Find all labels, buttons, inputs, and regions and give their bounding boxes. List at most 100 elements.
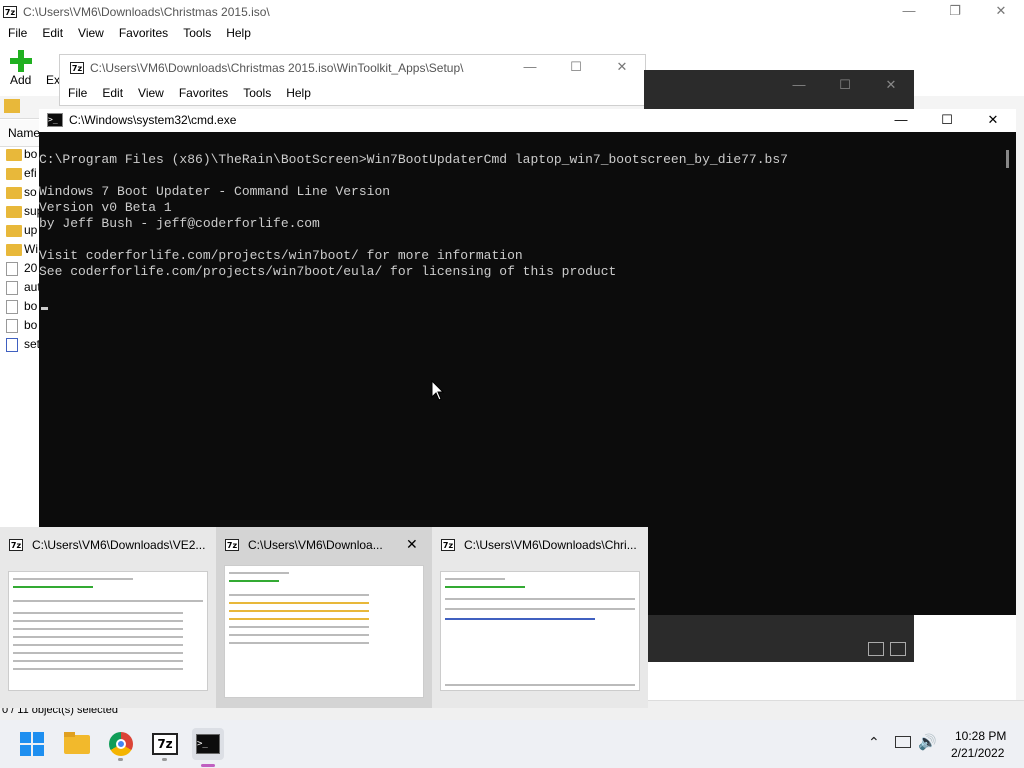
maximize-button[interactable]: ❐ [932,0,978,24]
minimize-button[interactable]: — [507,55,553,81]
folder-icon [6,149,22,161]
file-icon [6,319,18,333]
running-indicator [162,758,167,761]
menu-edit[interactable]: Edit [42,26,63,40]
menu-view[interactable]: View [78,26,104,40]
console-line: C:\Program Files (x86)\TheRain\BootScree… [39,152,788,167]
close-button[interactable]: ✕ [970,109,1016,132]
details-view-icon[interactable] [868,642,884,656]
cmd-title: C:\Windows\system32\cmd.exe [69,113,237,127]
windows-start-icon[interactable] [16,728,48,760]
menu-edit[interactable]: Edit [102,86,123,100]
cmd-titlebar[interactable]: >_ C:\Windows\system32\cmd.exe — ☐ ✕ [39,109,1016,132]
thumbnail-preview [224,565,424,698]
minimize-button[interactable]: — [776,74,822,98]
scrollbar[interactable] [1016,96,1024,700]
file-icon [6,281,18,295]
mouse-pointer-icon [431,380,445,401]
maximize-button[interactable]: ☐ [553,55,599,81]
list-item[interactable]: bo [24,299,37,313]
list-item[interactable]: up [24,223,37,237]
list-item[interactable]: bo [24,147,37,161]
7zip-app-icon: 7z [3,6,17,18]
taskbar: 7z >_ ⌃ 🔊 10:28 PM 2/21/2022 [0,720,1024,768]
menu-favorites[interactable]: Favorites [179,86,228,100]
thumbnail-title: C:\Users\VM6\Downloa... [248,538,383,552]
menu-file[interactable]: File [68,86,87,100]
back-window-title: C:\Users\VM6\Downloads\Christmas 2015.is… [23,5,270,19]
chrome-icon[interactable] [105,728,137,760]
taskbar-thumbnail-popup: 7z C:\Users\VM6\Downloads\VE2... 7z C:\U… [0,527,648,708]
minimize-button[interactable]: — [878,109,924,132]
cmd-icon[interactable]: >_ [192,728,224,767]
close-button[interactable]: ✕ [868,74,914,98]
thumbnail-preview [440,571,640,691]
file-explorer-icon[interactable] [61,728,93,760]
close-button[interactable]: ✕ [978,0,1024,24]
clock-date[interactable]: 2/21/2022 [951,746,1004,760]
list-item[interactable]: so [24,185,37,199]
list-item[interactable]: Wi [24,242,38,256]
console-line: Windows 7 Boot Updater - Command Line Ve… [39,184,391,199]
file-list: bo efi so sup up Wi 20 aut bo bo set [0,146,43,356]
network-icon[interactable] [895,736,911,748]
file-icon [6,262,18,276]
thumbnail-window-1[interactable]: 7z C:\Users\VM6\Downloads\VE2... [0,527,216,708]
7zip-app-icon: 7z [70,62,84,74]
menu-help[interactable]: Help [226,26,251,40]
folder-icon [6,187,22,199]
folder-icon [6,244,22,256]
column-header[interactable]: Name [0,120,40,147]
maximize-button[interactable]: ☐ [924,109,970,132]
volume-icon[interactable]: 🔊 [918,733,937,751]
clock-time[interactable]: 10:28 PM [955,729,1006,743]
preview-view-icon[interactable] [890,642,906,656]
console-line: by Jeff Bush - jeff@coderforlife.com [39,216,320,231]
folder-icon [6,206,22,218]
console-line: Version v0 Beta 1 [39,200,172,215]
minimize-button[interactable]: — [886,0,932,24]
setup-file-icon [6,338,18,352]
back-window-titlebar[interactable]: 7z C:\Users\VM6\Downloads\Christmas 2015… [0,0,1024,24]
menu-tools[interactable]: Tools [183,26,211,40]
list-item[interactable]: bo [24,318,37,332]
list-item[interactable]: set [24,337,40,351]
thumbnail-title: C:\Users\VM6\Downloads\VE2... [32,538,206,552]
thumbnail-close-button[interactable]: ✕ [406,536,418,553]
console-line: Visit coderforlife.com/projects/win7boot… [39,248,523,263]
7zip-app-icon: 7z [225,539,239,551]
mid-window-menubar: File Edit View Favorites Tools Help [68,86,326,100]
back-window-menubar: File Edit View Favorites Tools Help [8,26,266,40]
7zip-app-icon: 7z [9,539,23,551]
chevron-up-icon[interactable]: ⌃ [868,734,880,751]
text-cursor [41,307,48,310]
thumbnail-window-2[interactable]: 7z C:\Users\VM6\Downloa... ✕ [216,527,432,708]
maximize-button[interactable]: ☐ [822,74,868,98]
active-indicator [201,764,215,767]
thumbnail-title: C:\Users\VM6\Downloads\Chri... [464,538,637,552]
list-item[interactable]: 20 [24,261,37,275]
folder-icon [6,225,22,237]
7zip-icon[interactable]: 7z [149,728,181,760]
file-icon [6,300,18,314]
menu-favorites[interactable]: Favorites [119,26,168,40]
close-button[interactable]: ✕ [599,55,645,81]
scrollbar-thumb[interactable] [1006,150,1009,168]
thumbnail-preview [8,571,208,691]
thumbnail-window-3[interactable]: 7z C:\Users\VM6\Downloads\Chri... [432,527,648,708]
column-name: Name [8,126,41,140]
plus-icon [10,50,32,72]
add-label: Add [10,73,32,87]
menu-view[interactable]: View [138,86,164,100]
cmd-icon: >_ [47,113,63,127]
folder-up-icon[interactable] [4,99,20,113]
console-line: See coderforlife.com/projects/win7boot/e… [39,264,617,279]
menu-tools[interactable]: Tools [243,86,271,100]
running-indicator [118,758,123,761]
menu-help[interactable]: Help [286,86,311,100]
list-item[interactable]: efi [24,166,37,180]
mid-7zip-window: 7z C:\Users\VM6\Downloads\Christmas 2015… [59,54,646,106]
7zip-app-icon: 7z [441,539,455,551]
menu-file[interactable]: File [8,26,27,40]
add-button[interactable]: Add [6,46,36,90]
